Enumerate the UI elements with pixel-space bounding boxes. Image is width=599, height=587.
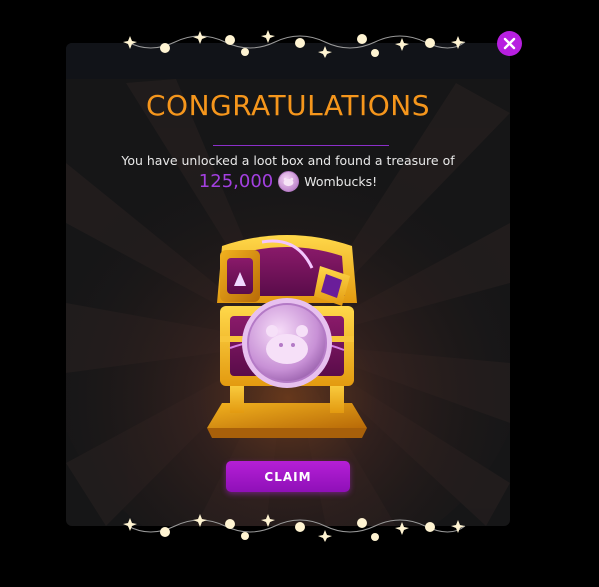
- currency-name: Wombucks!: [304, 174, 378, 189]
- reward-dialog: CONGRATULATIONS You have unlocked a loot…: [66, 43, 510, 526]
- loot-chest-illustration: [207, 235, 367, 438]
- game-screen: CONGRATULATIONS You have unlocked a loot…: [0, 0, 599, 587]
- close-button[interactable]: [497, 31, 522, 56]
- dialog-title: CONGRATULATIONS: [146, 89, 430, 122]
- close-icon: [503, 37, 516, 50]
- title-divider: [213, 145, 389, 146]
- claim-button[interactable]: CLAIM: [226, 461, 350, 492]
- string-lights-bottom: [123, 514, 466, 542]
- reward-amount: 125,000: [198, 171, 274, 192]
- reward-summary: 125,000 Wombucks!: [66, 171, 510, 192]
- string-lights-top: [123, 30, 466, 58]
- reward-message: You have unlocked a loot box and found a…: [121, 153, 455, 168]
- wombuck-coin-icon: [278, 171, 300, 192]
